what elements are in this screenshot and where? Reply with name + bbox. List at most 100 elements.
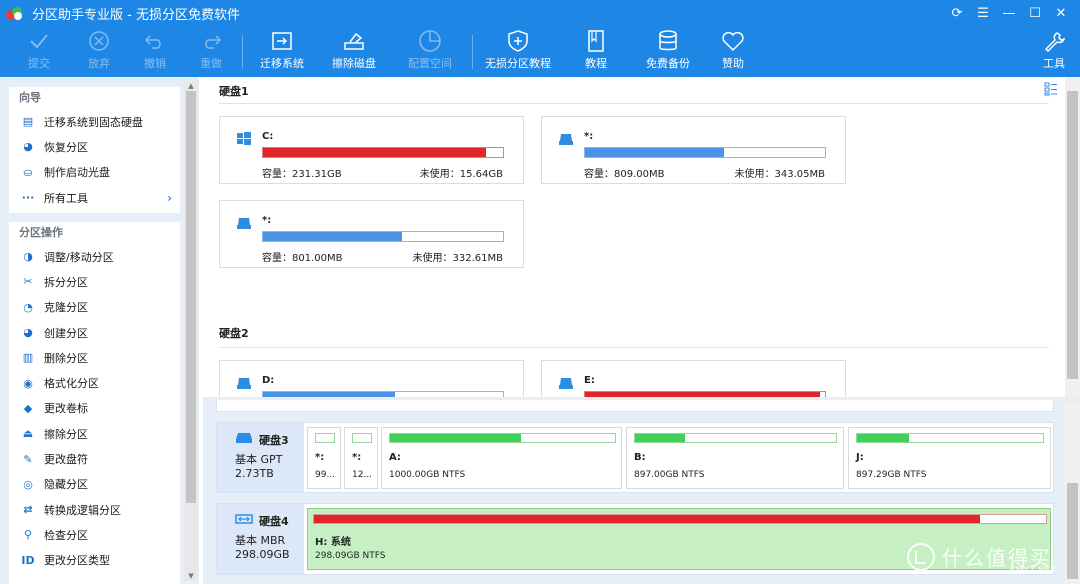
- sidebar-item-check[interactable]: ⚲ 检查分区: [9, 522, 180, 547]
- usage-bar: [389, 433, 616, 443]
- toolbar-separator: [472, 35, 473, 69]
- disk-card-view: 硬盘1 C: 容量：231.31GB 未使用：15.64GB *: 容量：809…: [203, 77, 1065, 397]
- partition-card[interactable]: D:: [219, 360, 524, 397]
- usage-bar: [313, 514, 1047, 524]
- broom-icon: ⏏: [22, 427, 34, 441]
- wipe-disk-button[interactable]: 擦除磁盘: [330, 27, 378, 77]
- sidebar-item-make-bootable[interactable]: ⛀ 制作启动光盘: [9, 160, 180, 185]
- watermark: 什么值得买 SMYZ.NET: [906, 540, 1076, 580]
- sidebar-item-split[interactable]: ✂ 拆分分区: [9, 269, 180, 294]
- check-icon: [28, 27, 50, 55]
- sidebar-item-all-tools[interactable]: ··· 所有工具 ›: [9, 185, 180, 210]
- disk3-row[interactable]: 硬盘3 基本 GPT 2.73TB *: 99... *: 12... A: 1…: [216, 422, 1054, 493]
- partition-card[interactable]: *: 容量：801.00MB 未使用：332.61MB: [219, 200, 524, 268]
- usage-bar: [315, 433, 335, 443]
- recover-icon: ◕: [23, 140, 33, 154]
- split-icon: ✂: [23, 275, 33, 289]
- check-disk-icon: ⚲: [23, 528, 33, 542]
- shield-icon: [507, 27, 529, 55]
- migrate-system-button[interactable]: 迁移系统: [258, 27, 306, 77]
- partition-card[interactable]: E:: [541, 360, 846, 397]
- migrate-icon: [270, 27, 294, 55]
- sidebar-item-hide[interactable]: ◎ 隐藏分区: [9, 472, 180, 497]
- heart-icon: [721, 27, 745, 55]
- undo-button[interactable]: 撤销: [138, 27, 172, 77]
- scroll-up-icon[interactable]: ▲: [184, 81, 198, 91]
- partition-block[interactable]: J: 897.29GB NTFS: [848, 427, 1051, 489]
- partition-block[interactable]: A: 1000.00GB NTFS: [381, 427, 622, 489]
- usage-bar: [634, 433, 837, 443]
- sidebar-item-format[interactable]: ◉ 格式化分区: [9, 370, 180, 395]
- sidebar-item-delete[interactable]: ▥ 删除分区: [9, 345, 180, 370]
- disk3-info: 硬盘3 基本 GPT 2.73TB: [217, 423, 304, 492]
- scroll-down-icon[interactable]: ▼: [184, 571, 198, 581]
- close-button[interactable]: ✕: [1048, 0, 1074, 27]
- disk2-row-partial: [216, 400, 1054, 412]
- id-icon: ID: [21, 553, 35, 567]
- commit-button[interactable]: 提交: [22, 27, 56, 77]
- sidebar-item-change-type[interactable]: ID 更改分区类型: [9, 548, 180, 573]
- sidebar-item-convert-logical[interactable]: ⇄ 转换成逻辑分区: [9, 497, 180, 522]
- sidebar-scrollbar[interactable]: ▲ ▼: [184, 81, 198, 581]
- book-icon: [586, 27, 606, 55]
- sidebar-item-resize[interactable]: ◑ 调整/移动分区: [9, 244, 180, 269]
- drive-icon: [237, 378, 251, 389]
- sidebar-item-clone[interactable]: ◔ 克隆分区: [9, 295, 180, 320]
- toolbar: 提交 放弃 撤销 重做 迁移系统 擦除磁盘 配置空间 无损分区教程 教程 免费备…: [0, 27, 1080, 77]
- free-backup-button[interactable]: 免费备份: [646, 27, 690, 77]
- tag-icon: ◆: [23, 401, 33, 415]
- redo-button[interactable]: 重做: [194, 27, 228, 77]
- eye-icon: ◎: [23, 477, 33, 491]
- refresh-icon[interactable]: ⟳: [944, 0, 970, 27]
- lossless-tutorial-button[interactable]: 无损分区教程: [485, 27, 551, 77]
- clone-icon: ◔: [23, 300, 33, 314]
- title-bar: 分区助手专业版 - 无损分区免费软件 ⟳ ☰ — ☐ ✕: [0, 0, 1080, 27]
- partition-block[interactable]: *: 12...: [344, 427, 378, 489]
- sidebar-item-migrate-ssd[interactable]: ▤ 迁移系统到固态硬盘: [9, 109, 180, 134]
- minimize-button[interactable]: —: [996, 0, 1022, 27]
- usage-bar: [262, 231, 504, 242]
- discard-button[interactable]: 放弃: [82, 27, 116, 77]
- sidebar-item-recover-partition[interactable]: ◕ 恢复分区: [9, 134, 180, 159]
- pie-icon: [418, 27, 442, 55]
- partition-ops-title: 分区操作: [19, 226, 63, 239]
- card-view-scroll-thumb[interactable]: [1067, 91, 1078, 379]
- usage-bar: [352, 433, 372, 443]
- migrate-icon: ▤: [22, 115, 34, 129]
- sidebar-scroll-thumb[interactable]: [186, 91, 196, 503]
- resize-icon: ◑: [23, 250, 33, 264]
- pencil-icon: ✎: [23, 452, 33, 466]
- sidebar-item-create[interactable]: ◕ 创建分区: [9, 320, 180, 345]
- view-toggle-icon[interactable]: [1044, 82, 1058, 96]
- donate-button[interactable]: 赞助: [716, 27, 750, 77]
- create-icon: ◕: [23, 326, 33, 340]
- disk1-divider: [219, 103, 1049, 104]
- usage-bar: [584, 147, 826, 158]
- tutorial-button[interactable]: 教程: [578, 27, 614, 77]
- drive-icon: [559, 378, 573, 389]
- maximize-button[interactable]: ☐: [1022, 0, 1048, 27]
- disk1-heading: 硬盘1: [219, 85, 249, 98]
- hard-disk-icon: [236, 433, 252, 443]
- tools-button[interactable]: 工具: [1038, 27, 1070, 77]
- allocate-space-button[interactable]: 配置空间: [406, 27, 454, 77]
- card-view-scrollbar[interactable]: [1065, 77, 1080, 397]
- settings-icon[interactable]: ☰: [970, 0, 996, 27]
- watermark-logo-icon: [907, 543, 935, 571]
- sidebar-item-change-letter[interactable]: ✎ 更改盘符: [9, 446, 180, 471]
- undo-icon: [144, 27, 166, 55]
- eraser-icon: [342, 27, 366, 55]
- disk4-info: 硬盘4 基本 MBR 298.09GB: [217, 504, 304, 574]
- sidebar-item-change-label[interactable]: ◆ 更改卷标: [9, 396, 180, 421]
- sidebar-item-wipe[interactable]: ⏏ 擦除分区: [9, 421, 180, 446]
- convert-icon: ⇄: [23, 503, 33, 517]
- wrench-icon: [1043, 27, 1065, 55]
- chevron-right-icon: ›: [167, 190, 172, 205]
- partition-ops-panel: 分区操作 ◑ 调整/移动分区 ✂ 拆分分区 ◔ 克隆分区 ◕ 创建分区 ▥ 删除分区 ◉ 格…: [9, 222, 180, 584]
- partition-block[interactable]: *: 99...: [307, 427, 341, 489]
- partition-card[interactable]: *: 容量：809.00MB 未使用：343.05MB: [541, 116, 846, 184]
- bootable-disc-icon: ⛀: [23, 165, 33, 179]
- partition-block[interactable]: B: 897.00GB NTFS: [626, 427, 844, 489]
- disk2-heading: 硬盘2: [219, 327, 249, 340]
- partition-card[interactable]: C: 容量：231.31GB 未使用：15.64GB: [219, 116, 524, 184]
